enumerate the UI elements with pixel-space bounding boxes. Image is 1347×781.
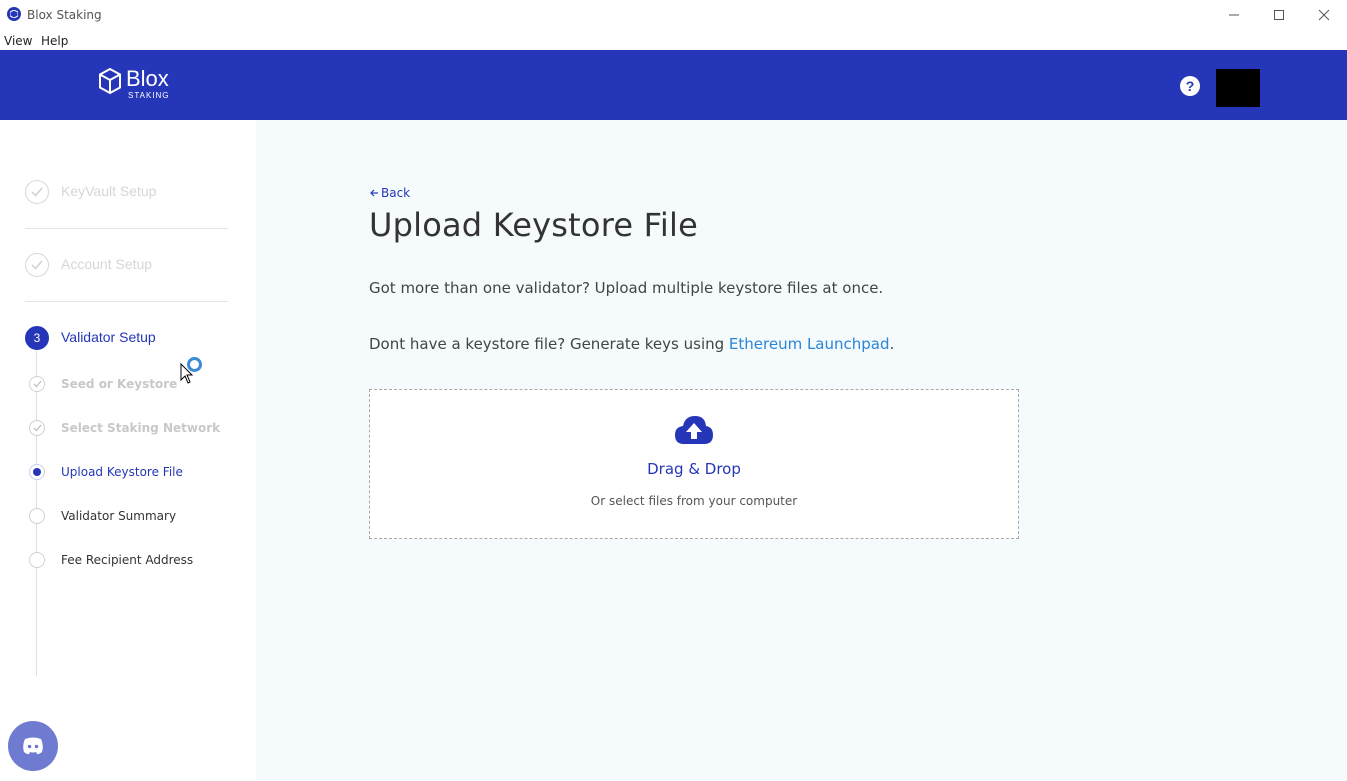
check-icon [25,180,49,204]
substep-label: Upload Keystore File [61,465,183,479]
generate-keys-hint: Dont have a keystore file? Generate keys… [369,335,894,353]
substep-label: Fee Recipient Address [61,553,194,567]
current-step-indicator [29,464,45,480]
cube-icon [99,67,121,95]
minimize-button[interactable] [1211,0,1257,30]
maximize-icon [1274,10,1284,20]
select-files-link[interactable]: Or select files from your computer [370,494,1018,508]
app-header: Blox STAKING ? [0,50,1347,120]
step-label: Validator Setup [61,329,156,345]
divider [25,301,228,302]
cloud-upload-icon [675,416,713,444]
divider [25,228,228,229]
hint-prefix: Dont have a keystore file? Generate keys… [369,335,729,353]
close-icon [1318,9,1330,21]
arrow-left-icon [370,189,378,197]
window-titlebar: Blox Staking [0,0,1347,30]
menu-view[interactable]: View [4,34,32,48]
step-label: Account Setup [61,256,153,272]
keystore-dropzone[interactable]: Drag & Drop Or select files from your co… [369,389,1019,539]
step-label: KeyVault Setup [61,183,157,199]
multi-upload-hint: Got more than one validator? Upload mult… [369,279,884,297]
check-icon [25,253,49,277]
back-link[interactable]: Back [370,186,410,200]
logo-subtitle: STAKING [128,91,170,100]
main-content: Back Upload Keystore File Got more than … [256,120,1347,781]
discord-icon [23,737,43,755]
page-title: Upload Keystore File [369,206,698,244]
empty-circle-icon [29,552,45,568]
avatar[interactable] [1216,69,1260,107]
setup-sidebar: KeyVault Setup Account Setup 3 Validator… [0,120,256,781]
blox-logo[interactable]: Blox STAKING [98,66,169,100]
close-button[interactable] [1301,0,1347,30]
window-title: Blox Staking [27,8,102,22]
discord-chat-button[interactable] [8,721,58,771]
app-icon [7,7,21,21]
empty-circle-icon [29,508,45,524]
menu-bar: View Help [0,30,1347,50]
busy-indicator-icon [187,357,202,372]
menu-help[interactable]: Help [41,34,68,48]
dropzone-title: Drag & Drop [647,460,741,478]
maximize-button[interactable] [1256,0,1302,30]
substep-label: Validator Summary [61,509,177,523]
help-icon[interactable]: ? [1180,76,1200,96]
check-icon [29,376,45,392]
back-label: Back [381,186,411,200]
logo-name: Blox [126,66,169,91]
check-icon [29,420,45,436]
substep-label: Seed or Keystore [61,377,178,391]
ethereum-launchpad-link[interactable]: Ethereum Launchpad [729,335,890,353]
hint-suffix: . [889,335,895,353]
minimize-icon [1229,14,1239,16]
step-number: 3 [25,326,49,350]
substep-label: Select Staking Network [61,421,221,435]
